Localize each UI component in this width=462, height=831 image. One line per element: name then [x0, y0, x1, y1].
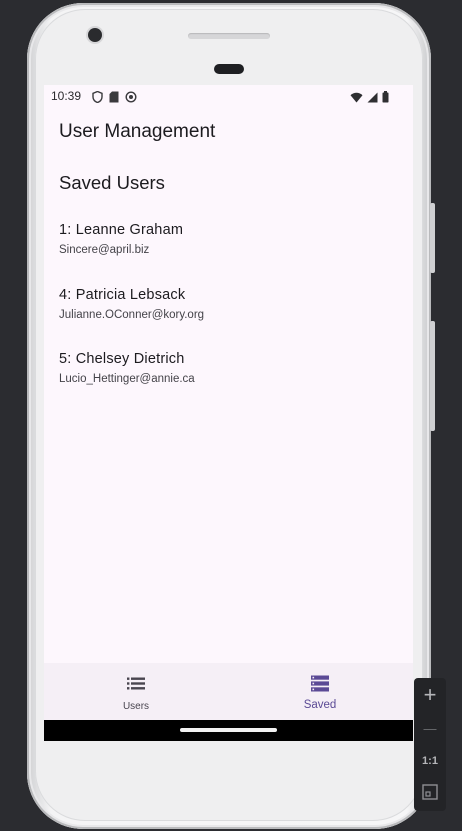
user-email: Julianne.OConner@kory.org [59, 308, 205, 321]
zoom-out-button[interactable]: — [414, 716, 446, 742]
saved-users-list: 1: Leanne Graham Sincere@april.biz 4: Pa… [59, 221, 399, 415]
user-email: Lucio_Hettinger@annie.ca [59, 373, 195, 385]
status-notification-icons [92, 90, 137, 108]
earpiece-speaker [188, 33, 270, 39]
wifi-icon [350, 90, 363, 108]
storage-icon [311, 675, 330, 697]
sd-card-icon [109, 90, 119, 108]
battery-icon [382, 90, 389, 108]
actual-size-button[interactable]: 1:1 [414, 750, 446, 772]
user-name: 5: Chelsey Dietrich [59, 351, 185, 367]
list-item[interactable]: 4: Patricia Lebsack Julianne.OConner@kor… [59, 286, 399, 351]
bottom-navigation: Users Saved [44, 663, 413, 720]
zoom-in-button[interactable]: + [414, 682, 446, 708]
user-email: Sincere@april.biz [59, 244, 150, 256]
list-icon [127, 677, 145, 695]
front-camera [88, 28, 102, 42]
sync-icon [125, 90, 137, 108]
volume-button [430, 321, 435, 431]
system-gesture-bar [44, 720, 413, 741]
status-bar: 10:39 [44, 85, 413, 107]
power-button [430, 203, 435, 273]
list-item[interactable]: 1: Leanne Graham Sincere@april.biz [59, 221, 399, 286]
emulator-zoom-controls: + — 1:1 [414, 678, 446, 811]
proximity-sensor [214, 64, 244, 74]
status-system-icons [350, 90, 389, 108]
user-name: 1: Leanne Graham [59, 222, 184, 238]
user-name: 4: Patricia Lebsack [59, 286, 186, 303]
nav-item-saved[interactable]: Saved [228, 663, 412, 720]
page-title: User Management [59, 121, 216, 142]
fit-screen-button[interactable] [414, 784, 446, 804]
list-item[interactable]: 5: Chelsey Dietrich Lucio_Hettinger@anni… [59, 350, 399, 415]
section-title: Saved Users [59, 172, 165, 193]
cellular-signal-icon [367, 90, 378, 108]
nav-item-users[interactable]: Users [44, 663, 228, 720]
fit-screen-icon [422, 784, 438, 804]
home-gesture-handle[interactable] [180, 728, 277, 732]
status-time: 10:39 [51, 89, 82, 103]
app-screen: 10:39 User Management Saved Users 1: Lea… [44, 85, 413, 741]
nav-label-saved: Saved [303, 699, 337, 711]
shield-icon [92, 90, 103, 108]
nav-label-users: Users [122, 701, 150, 712]
